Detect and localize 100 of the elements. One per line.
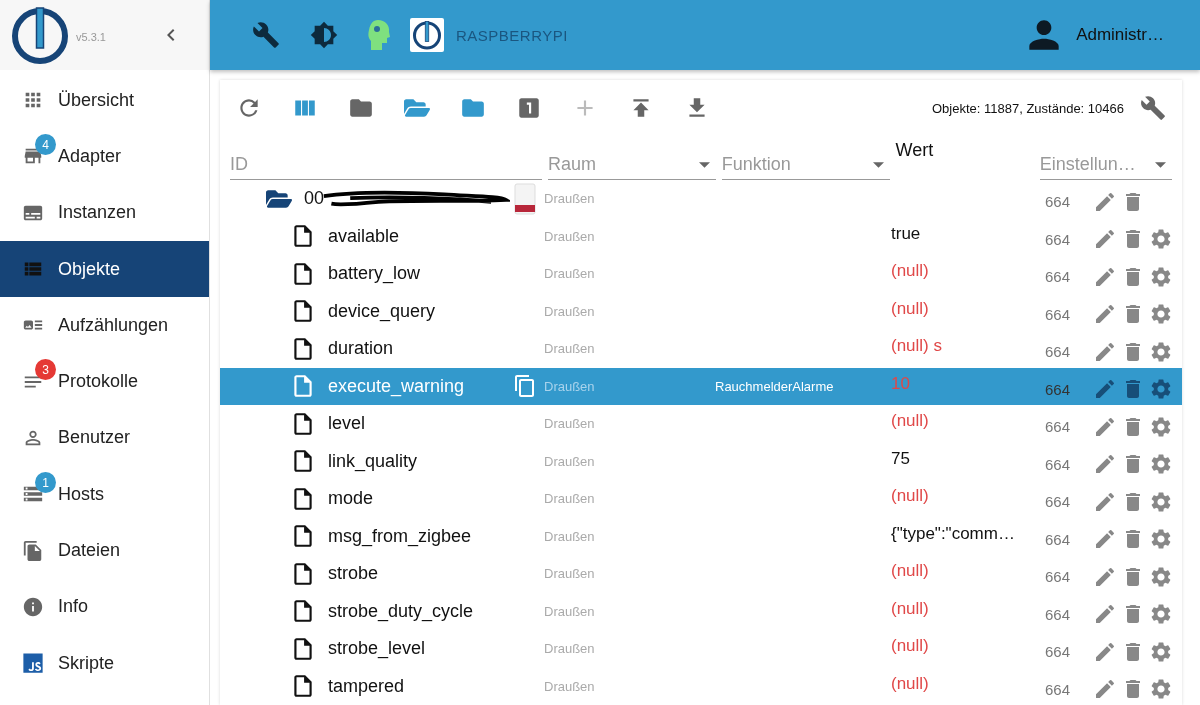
object-row[interactable]: msg_from_zigbee Draußen {"type":"comm… 664 (220, 517, 1182, 555)
nav-item[interactable]: 1 Hosts (0, 466, 209, 523)
object-row[interactable]: available Draußen true 664 (220, 217, 1182, 255)
object-row[interactable]: tampered Draußen (null) 664 (220, 667, 1182, 705)
settings-icon[interactable] (1149, 227, 1173, 252)
permissions-text: 664 (1045, 604, 1072, 623)
settings-icon[interactable] (1149, 527, 1173, 552)
object-row[interactable]: mode Draußen (null) 664 (220, 480, 1182, 518)
permissions-text: 664 (1045, 567, 1072, 586)
room-label: Draußen (543, 416, 596, 432)
object-row[interactable]: link_quality Draußen 75 664 (220, 442, 1182, 480)
permissions-text: 664 (1045, 304, 1072, 323)
host-name: RASPBERRYPI (456, 26, 568, 44)
settings-icon[interactable] (1149, 489, 1173, 514)
settings-icon[interactable] (1149, 302, 1173, 327)
room-label: Draußen (543, 491, 596, 507)
object-name: available (328, 225, 400, 247)
value-text: (null) (891, 260, 930, 281)
permissions-text: 664 (1045, 417, 1072, 436)
value-text: true (891, 222, 922, 244)
count-badge: 1 (35, 472, 56, 494)
files-icon (22, 539, 44, 562)
function-label: RauchmelderAlarme (715, 377, 835, 396)
host-logo[interactable] (410, 18, 444, 52)
dropdown-caret-icon (698, 161, 710, 168)
permissions-text: 664 (1045, 342, 1072, 361)
info-icon (22, 595, 44, 618)
object-name: execute_warning (328, 375, 465, 397)
nav-item[interactable]: Aufzählungen (0, 297, 209, 354)
object-name: link_quality (328, 450, 418, 472)
copy-icon[interactable] (513, 374, 537, 399)
nav-item[interactable]: 4 Adapter (0, 128, 209, 185)
value-text: (null) (891, 560, 930, 581)
object-stats: Objekte: 11887, Zustände: 10466 (932, 100, 1124, 116)
settings-icon[interactable] (1149, 377, 1173, 402)
object-row[interactable]: device_query Draußen (null) 664 (220, 292, 1182, 330)
settings-icon[interactable] (1149, 414, 1173, 439)
room-label: Draußen (543, 603, 596, 619)
nav-item[interactable]: Info (0, 578, 209, 635)
permissions-text: 664 (1045, 229, 1072, 248)
value-text: (null) (891, 672, 930, 694)
object-row[interactable]: duration Draußen (null) s 664 (220, 330, 1182, 368)
object-name: strobe (328, 563, 379, 585)
settings-icon[interactable] (1149, 452, 1173, 477)
object-row[interactable]: 00 Draußen 664 (220, 180, 1182, 218)
object-row[interactable]: battery_low Draußen (null) 664 (220, 255, 1182, 293)
count-badge: 3 (35, 359, 56, 381)
nav-item[interactable]: Benutzer (0, 409, 209, 467)
value-text: 75 (891, 447, 911, 469)
value-text: 10 (891, 372, 911, 394)
nav-item[interactable]: 3 Protokolle (0, 353, 209, 410)
head-icon[interactable] (368, 20, 390, 50)
object-row[interactable]: execute_warning Draußen RauchmelderAlarme 10 664 (220, 367, 1182, 405)
permissions-text: 664 (1045, 679, 1072, 698)
settings-wrench-button[interactable] (1140, 95, 1166, 121)
level-one-button[interactable] (516, 95, 542, 121)
nav-item[interactable]: Übersicht (0, 72, 209, 129)
object-name: msg_from_zigbee (328, 525, 472, 547)
value-text: (null) (891, 597, 930, 619)
nav-item[interactable]: Skripte (0, 634, 209, 692)
user-name[interactable]: Administr… (1076, 25, 1164, 45)
room-label: Draußen (543, 566, 596, 582)
permissions-text: 664 (1045, 454, 1072, 473)
room-label: Draußen (543, 266, 596, 282)
object-name: strobe_level (328, 638, 426, 660)
settings-icon[interactable] (1149, 639, 1173, 664)
settings-icon[interactable] (1149, 564, 1173, 589)
nav-item[interactable]: Instanzen (0, 184, 209, 241)
permissions-text: 664 (1045, 492, 1072, 511)
settings-icon[interactable] (1149, 602, 1173, 627)
room-label: Draußen (543, 341, 596, 357)
nav-item[interactable]: Dateien (0, 522, 209, 579)
room-label: Draußen (543, 378, 596, 394)
version-label: v5.3.1 (76, 31, 106, 43)
value-text: (null) (891, 635, 930, 656)
room-label: Draußen (543, 191, 596, 207)
room-label: Draußen (543, 228, 596, 244)
room-label: Draußen (543, 528, 596, 544)
value-text: (null) (891, 297, 930, 319)
settings-icon[interactable] (1149, 339, 1173, 364)
value-text: (null) s (891, 335, 943, 356)
logo-icon (412, 20, 442, 50)
object-row[interactable]: strobe Draußen (null) 664 (220, 555, 1182, 593)
permissions-text: 664 (1045, 529, 1072, 548)
object-row[interactable]: level Draußen (null) 664 (220, 405, 1182, 443)
settings-icon[interactable] (1149, 264, 1173, 289)
nav-item[interactable]: Objekte (0, 240, 209, 298)
room-label: Draußen (543, 641, 596, 657)
theme-icon[interactable] (310, 21, 338, 49)
settings-icon[interactable] (1149, 677, 1173, 702)
device-image (514, 182, 536, 215)
room-label: Draußen (543, 678, 596, 694)
dropdown-caret-icon (872, 161, 884, 168)
room-label: Draußen (543, 303, 596, 319)
object-row[interactable]: strobe_duty_cycle Draußen (null) 664 (220, 592, 1182, 630)
object-name: mode (328, 488, 374, 510)
object-row[interactable]: strobe_level Draußen (null) 664 (220, 630, 1182, 668)
wrench-icon[interactable] (252, 21, 280, 49)
value-header: Wert (895, 139, 935, 161)
object-name: level (328, 413, 366, 435)
